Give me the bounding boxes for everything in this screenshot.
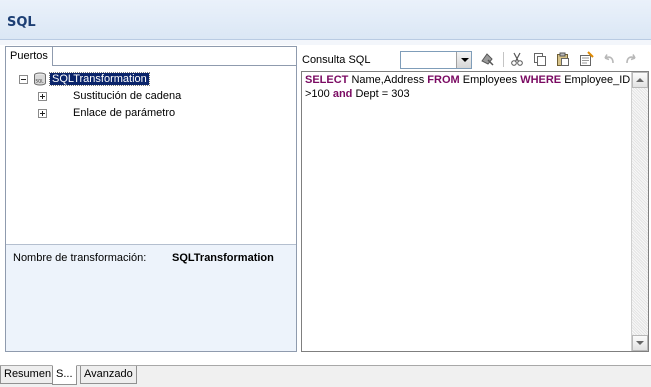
format-icon bbox=[580, 51, 594, 66]
title-band: SQL bbox=[0, 0, 651, 40]
undo-icon bbox=[604, 54, 614, 64]
sql-text: Dept = 303 bbox=[352, 88, 410, 100]
database-icon: SQL bbox=[34, 72, 46, 86]
paste-icon bbox=[557, 52, 569, 66]
sql-query-label: Consulta SQL bbox=[302, 54, 371, 66]
sql-keyword: and bbox=[332, 88, 353, 100]
copy-icon bbox=[534, 53, 546, 66]
undo-button[interactable] bbox=[600, 50, 618, 68]
sql-query-text[interactable]: SELECT Name,Address FROM Employees WHERE… bbox=[305, 73, 631, 101]
editor-vertical-scrollbar[interactable] bbox=[631, 72, 648, 351]
redo-button[interactable] bbox=[622, 50, 640, 68]
tree-row-string-substitution[interactable]: Sustitución de cadena bbox=[38, 88, 181, 104]
sql-query-editor[interactable]: SELECT Name,Address FROM Employees WHERE… bbox=[301, 71, 649, 352]
sql-keyword: WHERE bbox=[520, 74, 562, 86]
sql-query-select[interactable] bbox=[400, 51, 472, 69]
page-title: SQL bbox=[7, 15, 36, 30]
transformation-name-value: SQLTransformation bbox=[172, 252, 274, 264]
redo-icon bbox=[626, 54, 636, 64]
toolbar-separator bbox=[503, 52, 504, 67]
expand-icon[interactable] bbox=[38, 108, 47, 118]
tree-label-root[interactable]: SQLTransformation bbox=[49, 72, 150, 86]
validate-button[interactable] bbox=[478, 50, 496, 68]
collapse-icon[interactable] bbox=[19, 74, 28, 84]
tab-sql[interactable]: S... bbox=[52, 365, 77, 385]
sql-keyword: FROM bbox=[427, 74, 460, 86]
transformation-name-label: Nombre de transformación: bbox=[13, 252, 147, 264]
cut-button[interactable] bbox=[508, 50, 526, 68]
sql-text: Employees bbox=[459, 74, 521, 86]
ports-tab-strip: Puertos bbox=[6, 47, 296, 66]
scroll-up-icon[interactable] bbox=[632, 72, 648, 88]
ports-tree: SQL SQLTransformation Sustitución de cad… bbox=[6, 68, 296, 248]
tree-label-string-substitution[interactable]: Sustitución de cadena bbox=[73, 90, 181, 102]
tree-row-root[interactable]: SQL SQLTransformation bbox=[19, 71, 150, 87]
transformation-name-section: Nombre de transformación: SQLTransformat… bbox=[6, 244, 296, 351]
sql-text: Employee_ID bbox=[561, 74, 631, 86]
paste-button[interactable] bbox=[554, 50, 572, 68]
scroll-down-icon[interactable] bbox=[632, 335, 648, 351]
tab-avanzado[interactable]: Avanzado bbox=[80, 366, 137, 384]
sql-text: Name,Address bbox=[348, 74, 428, 86]
sql-query-panel: Consulta SQL SELECT Name,Address FROM Em… bbox=[299, 46, 651, 352]
dropdown-arrow-icon[interactable] bbox=[456, 52, 471, 68]
svg-text:SQL: SQL bbox=[36, 79, 45, 84]
cut-icon bbox=[511, 52, 523, 66]
sql-text: >100 bbox=[305, 88, 333, 100]
tab-puertos[interactable]: Puertos bbox=[6, 47, 53, 66]
ports-panel: Puertos SQL SQLTransformation Sustitució… bbox=[5, 46, 297, 352]
title-spacer bbox=[0, 40, 651, 45]
copy-button[interactable] bbox=[531, 50, 549, 68]
expand-icon[interactable] bbox=[38, 91, 47, 101]
tree-label-parameter-binding[interactable]: Enlace de parámetro bbox=[73, 107, 175, 119]
tab-resumen[interactable]: Resumen bbox=[0, 366, 56, 384]
format-button[interactable] bbox=[577, 50, 595, 68]
validate-icon bbox=[481, 53, 494, 66]
bottom-tab-strip: Resumen S... Avanzado bbox=[0, 365, 651, 387]
tree-row-parameter-binding[interactable]: Enlace de parámetro bbox=[38, 105, 175, 121]
sql-keyword: SELECT bbox=[305, 74, 349, 86]
